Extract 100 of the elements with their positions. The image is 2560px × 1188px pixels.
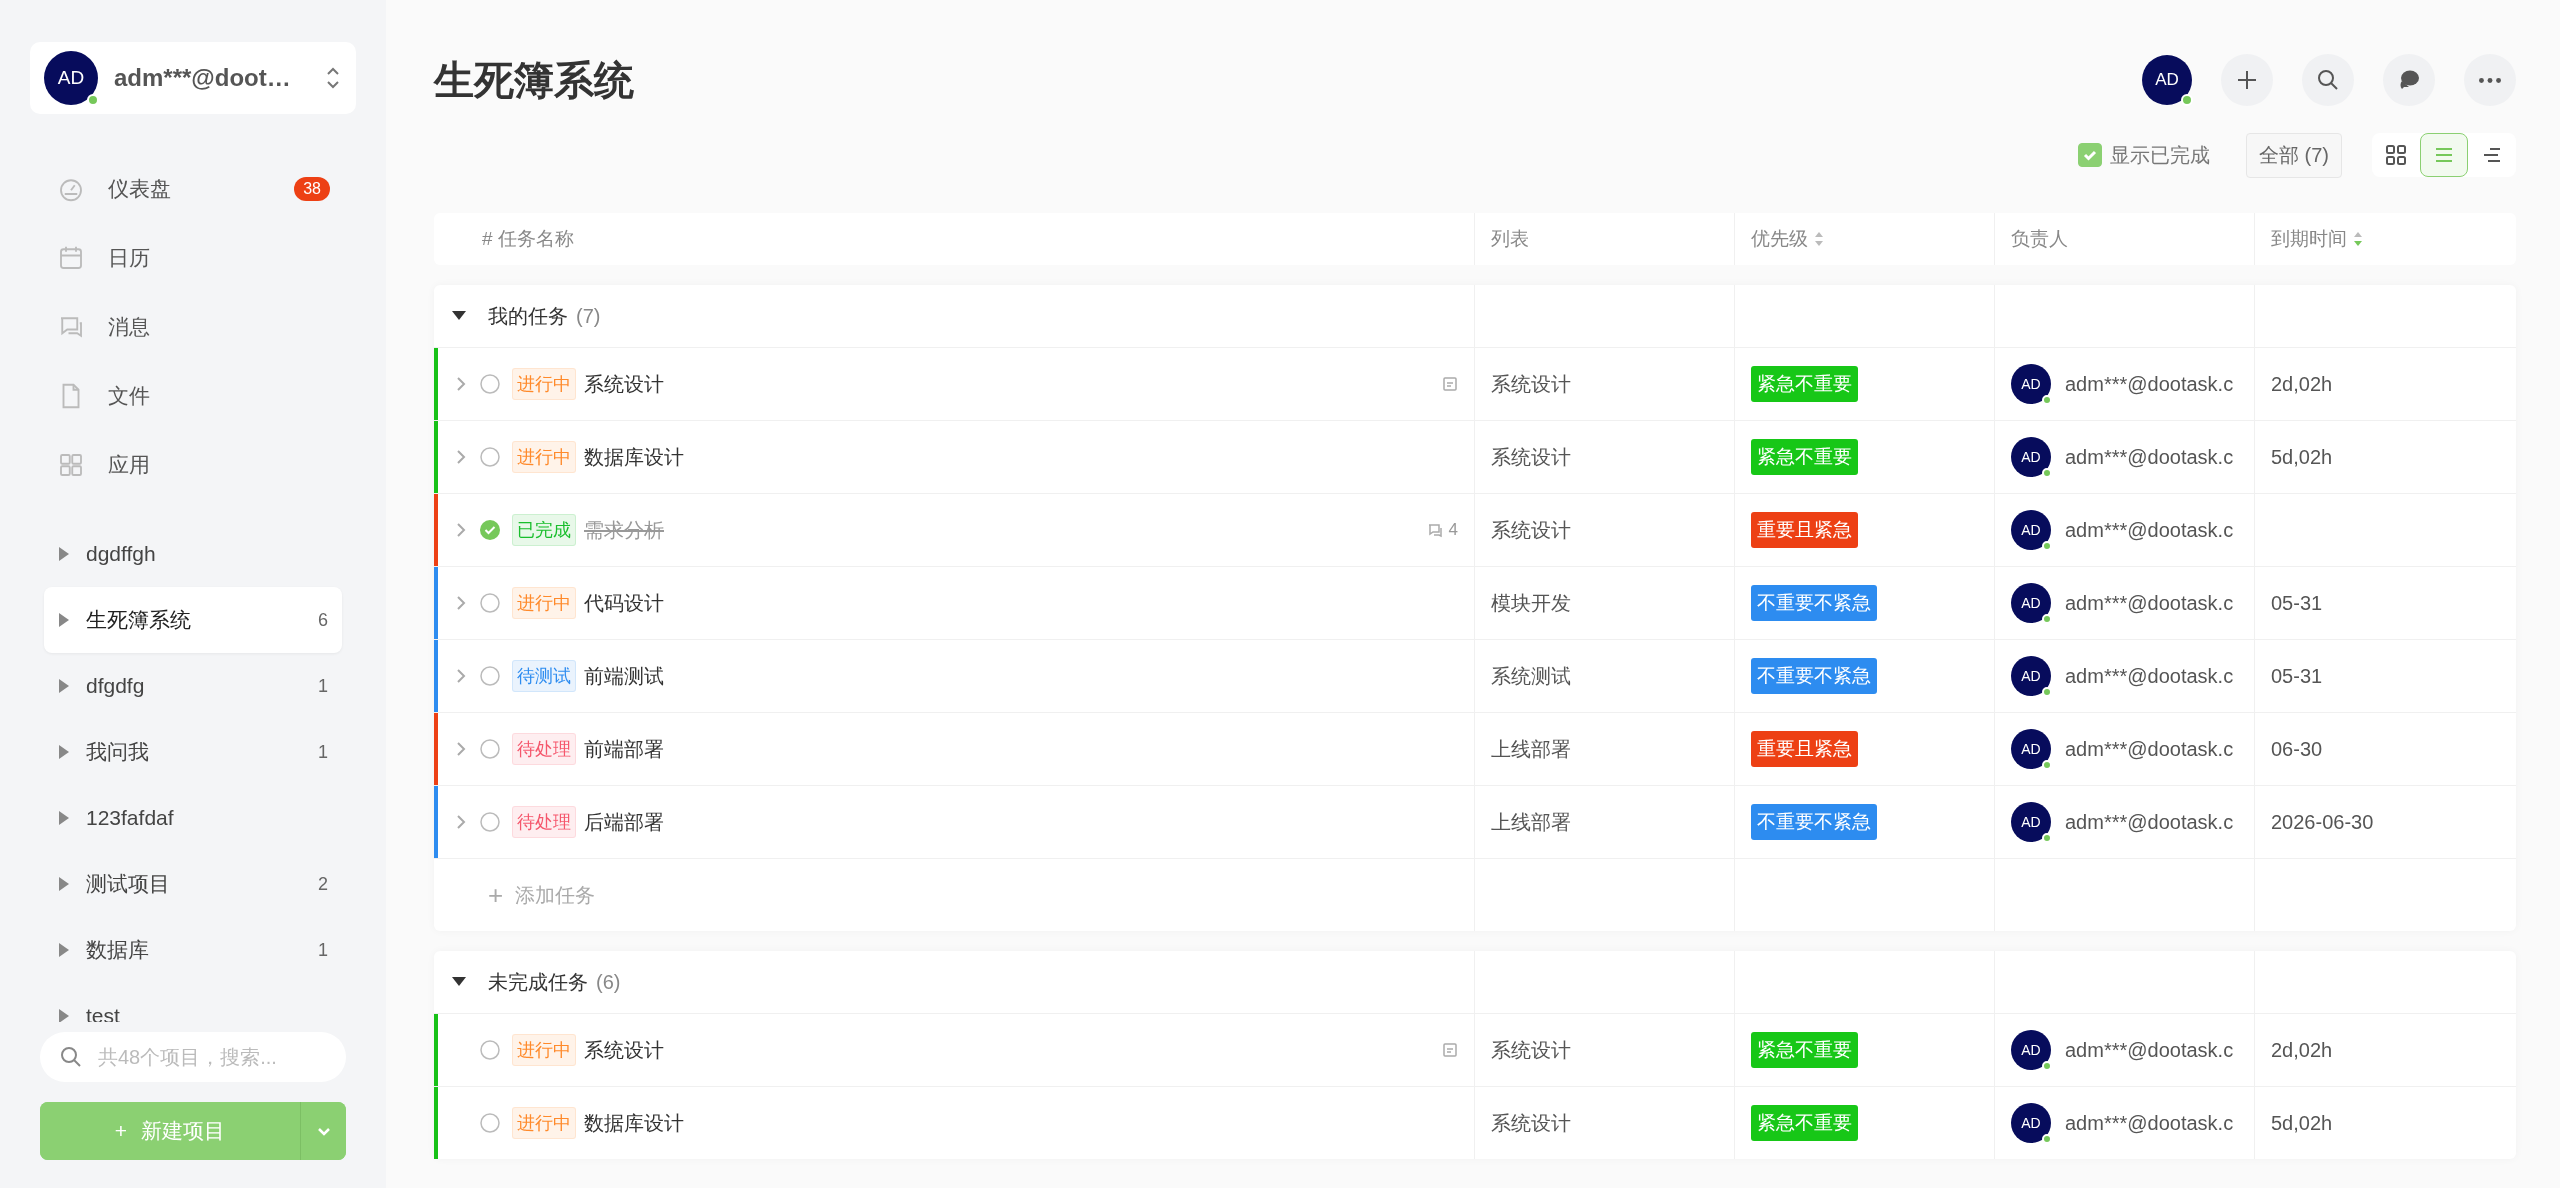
nav-item[interactable]: 文件 bbox=[0, 361, 386, 430]
search-button[interactable] bbox=[2302, 54, 2354, 106]
task-title[interactable]: 系统设计 bbox=[584, 370, 664, 398]
expand-icon[interactable] bbox=[58, 877, 70, 891]
nav-item[interactable]: 日历 bbox=[0, 223, 386, 292]
checkbox-circle[interactable] bbox=[480, 812, 500, 832]
avatar: AD bbox=[2011, 364, 2051, 404]
priority-tag: 紧急不重要 bbox=[1751, 1032, 1858, 1068]
chevron-icon[interactable] bbox=[454, 448, 468, 466]
nav-label: 仪表盘 bbox=[108, 175, 171, 202]
list-name: 系统设计 bbox=[1491, 371, 1571, 397]
chevron-icon[interactable] bbox=[454, 594, 468, 612]
search-field[interactable]: 共48个项目，搜索... bbox=[40, 1032, 346, 1082]
grid-icon bbox=[2384, 143, 2408, 167]
priority-tag: 不重要不紧急 bbox=[1751, 658, 1877, 694]
nav-label: 消息 bbox=[108, 313, 150, 340]
column-header: 到期时间 bbox=[2271, 227, 2347, 251]
user-card[interactable]: AD adm***@doot… bbox=[30, 42, 356, 114]
project-item[interactable]: 测试项目 2 bbox=[44, 851, 342, 917]
checkbox-circle[interactable] bbox=[480, 374, 500, 394]
task-title[interactable]: 数据库设计 bbox=[584, 443, 684, 471]
avatar: AD bbox=[2011, 656, 2051, 696]
due-date: 06-30 bbox=[2271, 737, 2323, 761]
task-title[interactable]: 数据库设计 bbox=[584, 1109, 684, 1137]
avatar: AD bbox=[2011, 1030, 2051, 1070]
expand-icon[interactable] bbox=[58, 745, 70, 759]
project-count: 1 bbox=[318, 675, 328, 697]
add-button[interactable] bbox=[2221, 54, 2273, 106]
task-title[interactable]: 前端部署 bbox=[584, 735, 664, 763]
expand-icon[interactable] bbox=[58, 679, 70, 693]
task-title[interactable]: 系统设计 bbox=[584, 1036, 664, 1064]
status-tag: 进行中 bbox=[512, 441, 576, 473]
filter-button[interactable]: 全部 (7) bbox=[2246, 132, 2342, 178]
online-dot bbox=[2042, 833, 2052, 843]
nav-item[interactable]: 应用 bbox=[0, 430, 386, 499]
search-input[interactable]: 共48个项目，搜索... bbox=[96, 1044, 330, 1070]
assignee-name: adm***@dootask.c bbox=[2065, 372, 2234, 396]
online-dot bbox=[2042, 1134, 2052, 1144]
expand-icon[interactable] bbox=[58, 1009, 70, 1022]
checkbox-circle[interactable] bbox=[480, 447, 500, 467]
task-title[interactable]: 代码设计 bbox=[584, 589, 664, 617]
project-item[interactable]: 我问我 1 bbox=[44, 719, 342, 785]
due-date: 5d,02h bbox=[2271, 445, 2333, 469]
task-title[interactable]: 前端测试 bbox=[584, 662, 664, 690]
online-dot bbox=[2042, 687, 2052, 697]
chevron-icon[interactable] bbox=[454, 667, 468, 685]
more-button[interactable] bbox=[2464, 54, 2516, 106]
chevron-icon[interactable] bbox=[454, 375, 468, 393]
checkbox-circle[interactable] bbox=[480, 666, 500, 686]
expand-icon[interactable] bbox=[58, 613, 70, 627]
dropdown-button[interactable] bbox=[300, 1102, 346, 1160]
chat-button[interactable] bbox=[2383, 54, 2435, 106]
online-dot bbox=[2042, 1061, 2052, 1071]
collapse-icon[interactable] bbox=[452, 977, 466, 987]
project-item[interactable]: dfgdfg 1 bbox=[44, 653, 342, 719]
checkbox-circle[interactable] bbox=[480, 1040, 500, 1060]
avatar: AD bbox=[2011, 802, 2051, 842]
expand-icon[interactable] bbox=[58, 547, 70, 561]
group-title: 未完成任务 bbox=[488, 969, 588, 995]
priority-tag: 不重要不紧急 bbox=[1751, 804, 1877, 840]
sort-icon[interactable] bbox=[1814, 231, 1824, 247]
assignee-name: adm***@dootask.c bbox=[2065, 518, 2234, 542]
chevron-icon[interactable] bbox=[454, 521, 468, 539]
chevron-icon[interactable] bbox=[454, 813, 468, 831]
checkbox[interactable] bbox=[2078, 143, 2102, 167]
assignee-name: adm***@dootask.c bbox=[2065, 1038, 2234, 1062]
avatar: AD bbox=[2011, 583, 2051, 623]
avatar: AD bbox=[2011, 510, 2051, 550]
status-tag: 待处理 bbox=[512, 733, 576, 765]
group-count: (7) bbox=[576, 304, 601, 328]
priority-tag: 重要且紧急 bbox=[1751, 512, 1858, 548]
project-item[interactable]: 生死簿系统 6 bbox=[44, 587, 342, 653]
task-title[interactable]: 后端部署 bbox=[584, 808, 664, 836]
nav-item[interactable]: 仪表盘 38 bbox=[0, 154, 386, 223]
project-item[interactable]: 数据库 1 bbox=[44, 917, 342, 983]
project-name: 123fafdaf bbox=[86, 806, 174, 830]
nav-label: 应用 bbox=[108, 451, 150, 478]
project-item[interactable]: 123fafdaf bbox=[44, 785, 342, 851]
column-header: 负责人 bbox=[2011, 227, 2068, 251]
nav-item[interactable]: 消息 bbox=[0, 292, 386, 361]
column-header: 列表 bbox=[1491, 227, 1529, 251]
checkbox-circle[interactable] bbox=[480, 593, 500, 613]
more-icon bbox=[2479, 77, 2501, 83]
status-tag: 进行中 bbox=[512, 1107, 576, 1139]
expand-icon[interactable] bbox=[58, 811, 70, 825]
chevron-icon[interactable] bbox=[454, 740, 468, 758]
avatar: AD bbox=[2011, 729, 2051, 769]
project-name: 数据库 bbox=[86, 937, 149, 963]
avatar[interactable]: AD bbox=[2142, 55, 2192, 105]
expand-icon[interactable] bbox=[58, 943, 70, 957]
avatar: AD bbox=[2011, 1103, 2051, 1143]
collapse-icon[interactable] bbox=[452, 311, 466, 321]
assignee-name: adm***@dootask.c bbox=[2065, 664, 2234, 688]
checkbox-circle[interactable] bbox=[480, 1113, 500, 1133]
show-completed-checkbox[interactable]: 显示已完成 bbox=[2072, 140, 2216, 170]
comment-count: 4 bbox=[1448, 520, 1458, 540]
check-circle-icon[interactable] bbox=[480, 520, 500, 540]
checkbox-circle[interactable] bbox=[480, 739, 500, 759]
sort-icon[interactable] bbox=[2353, 231, 2363, 247]
project-item[interactable]: dgdffgh bbox=[44, 521, 342, 587]
